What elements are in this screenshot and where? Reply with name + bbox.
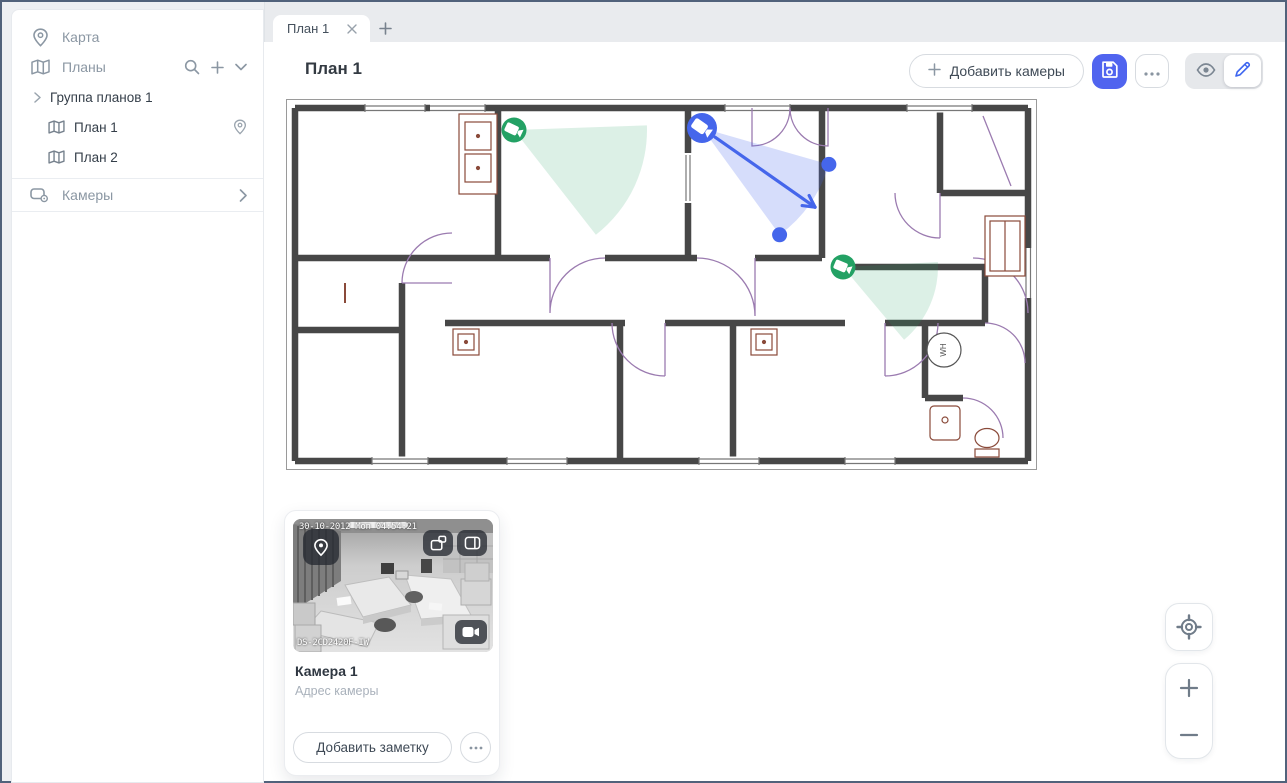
zoom-in-button[interactable] [1166,664,1212,711]
sidebar-item-plans[interactable]: Планы [12,52,263,82]
camera-name: Камера 1 [295,663,358,679]
minus-icon [1179,725,1199,745]
save-button[interactable] [1092,54,1127,89]
display-icon [464,535,481,551]
add-cameras-button[interactable]: Добавить камеры [909,54,1084,88]
camera-marker[interactable] [502,118,648,235]
sidebar-item-label: Планы [62,59,184,75]
add-note-button[interactable]: Добавить заметку [293,732,452,763]
floor-plan[interactable]: WH [285,98,1038,471]
camera-view-cone [702,128,829,235]
new-tab-button[interactable] [370,15,400,42]
tab-plan-1[interactable]: План 1 [273,15,370,42]
tab-close-icon[interactable] [344,21,360,37]
sidebar-item-plan-1[interactable]: План 1 [12,112,263,142]
ellipsis-icon [1144,64,1160,79]
zoom-out-button[interactable] [1166,711,1212,758]
search-icon[interactable] [184,59,200,75]
tab-label: План 1 [287,21,344,36]
sidebar-item-label: Группа планов 1 [50,90,247,105]
live-video-badge [455,620,487,644]
save-icon [1100,60,1119,82]
open-on-display-button[interactable] [457,530,487,556]
more-options-button[interactable] [1135,54,1169,88]
sidebar: Карта Планы Группа планов 1 План 1 [11,9,264,783]
arrowhead [802,206,815,208]
chevron-down-icon[interactable] [235,63,247,71]
chevron-right-icon [239,189,247,202]
sidebar-item-plan-2[interactable]: План 2 [12,142,263,172]
camera-address: Адрес камеры [295,684,378,698]
camera-view-cone [514,125,647,234]
sidebar-item-cameras[interactable]: Камеры [12,178,263,212]
map-icon [30,57,50,77]
open-in-window-button[interactable] [423,530,453,556]
zoom-control [1165,663,1213,759]
ellipsis-icon [469,746,483,750]
camera-marker[interactable] [831,255,939,340]
selected-camera-marker[interactable] [687,113,836,242]
locate-button[interactable] [1165,603,1213,651]
plus-icon [1179,678,1199,698]
edit-mode-button[interactable] [1224,55,1261,87]
map-icon [46,117,66,137]
plus-icon [928,63,941,79]
app-window: { "window": { "border_color": "#51627b",… [0,0,1287,783]
placed-on-map-pin-icon [233,119,247,135]
camera-view-cone [843,262,938,340]
view-mode-switch [1185,53,1263,89]
cone-resize-handle[interactable] [821,157,836,172]
camera-card[interactable]: 30-10-2012 Mon 04:54:21 DS-2CD2420F-IW К… [284,510,500,776]
cameras-icon [30,185,50,205]
camcorder-icon [462,626,480,638]
osd-camera-model: DS-2CD2420F-IW [297,638,369,648]
toolbar: Добавить камеры [909,53,1263,89]
sidebar-item-label: Карта [62,29,247,45]
camera-overlay [285,98,1038,471]
view-mode-button[interactable] [1187,55,1224,87]
sidebar-item-label: План 2 [74,150,247,165]
pencil-icon [1234,61,1251,81]
page-title: План 1 [305,59,362,79]
popout-icon [430,535,447,551]
sidebar-item-label: План 1 [74,120,233,135]
crosshair-icon [1176,614,1202,640]
sidebar-item-label: Камеры [62,187,239,203]
tab-bar: План 1 [264,2,1285,42]
camera-more-button[interactable] [460,732,491,763]
chevron-right-icon[interactable] [32,87,42,107]
cone-resize-handle[interactable] [772,227,787,242]
main-area: План 1 План 1 Добавить камеры [264,2,1285,781]
map-icon [46,147,66,167]
eye-icon [1196,63,1216,80]
card-actions: Добавить заметку [293,732,491,763]
sidebar-item-plan-group[interactable]: Группа планов 1 [12,82,263,112]
add-cameras-label: Добавить камеры [950,63,1065,79]
locate-on-plan-button[interactable] [303,529,339,565]
add-plan-icon[interactable] [211,61,224,74]
pin-icon [313,538,329,557]
map-pin-icon [30,27,50,47]
camera-thumbnail[interactable]: 30-10-2012 Mon 04:54:21 DS-2CD2420F-IW [293,519,493,652]
sidebar-item-map[interactable]: Карта [12,22,263,52]
